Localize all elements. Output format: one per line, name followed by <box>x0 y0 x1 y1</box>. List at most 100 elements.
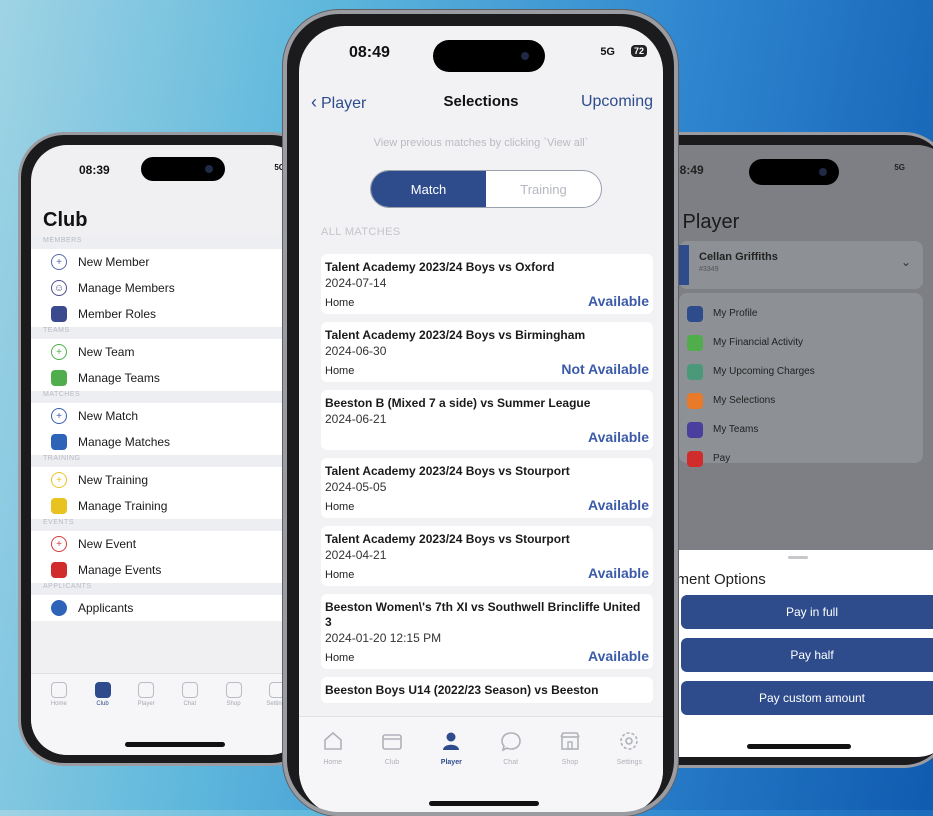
view-all-hint: View previous matches by clicking `View … <box>373 137 589 149</box>
match-card[interactable]: Talent Academy 2023/24 Boys vs Stourport… <box>321 458 653 518</box>
tab-label: Settings <box>616 759 642 766</box>
person-circle-icon: ☺ <box>51 280 67 296</box>
availability-status[interactable]: Available <box>588 565 649 581</box>
tab-label: Home <box>50 701 67 707</box>
section-label: MEMBERS <box>31 237 305 249</box>
menu-item[interactable]: + New Member <box>31 249 305 275</box>
menu-group: + New Member ☺ Manage Members Member Roles <box>31 249 305 327</box>
menu-item[interactable]: My Upcoming Charges <box>679 357 923 386</box>
battery-indicator: 72 <box>630 45 647 57</box>
match-name: Beeston B (Mixed 7 a side) vs Summer Lea… <box>325 396 591 410</box>
match-location: Home <box>325 652 355 664</box>
match-name: Talent Academy 2023/24 Boys vs Oxford <box>325 260 555 274</box>
right-screen: 08:49 5G y Player Cellan Griffiths #3349… <box>643 145 933 757</box>
section-label: APPLICANTS <box>31 583 305 595</box>
upcoming-button[interactable]: Upcoming <box>581 93 653 111</box>
chevron-down-icon: ⌄ <box>900 255 911 269</box>
menu-item[interactable]: ☺ Manage Members <box>31 275 305 301</box>
pay-half-button[interactable]: Pay half <box>681 638 933 672</box>
player-icon <box>138 682 155 698</box>
section-label: MATCHES <box>31 391 305 403</box>
tab-label: Chat <box>503 759 519 766</box>
availability-status[interactable]: Not Available <box>561 361 649 377</box>
availability-status[interactable]: Available <box>588 497 649 513</box>
menu-item[interactable]: + New Training <box>31 467 305 493</box>
menu-item-label: New Member <box>78 255 150 269</box>
club-icon <box>94 682 111 698</box>
menu-item[interactable]: + New Match <box>31 403 305 429</box>
home-indicator <box>429 801 539 806</box>
match-list[interactable]: Talent Academy 2023/24 Boys vs Oxford 202… <box>321 254 653 706</box>
match-name: Talent Academy 2023/24 Boys vs Stourport <box>325 532 570 546</box>
availability-status[interactable]: Available <box>588 648 649 664</box>
menu-item[interactable]: Manage Teams <box>31 365 305 391</box>
section-label: TRAINING <box>31 455 305 467</box>
center-phone: 08:49 5G 72 ‹ Player Selections Upcoming … <box>283 10 678 816</box>
my-profile-icon <box>687 305 703 322</box>
briefcase-icon <box>51 434 67 450</box>
menu-item[interactable]: + New Event <box>31 531 305 557</box>
globe-icon <box>51 600 67 616</box>
menu-item-label: Member Roles <box>78 307 157 321</box>
tab-training[interactable]: Training <box>486 171 601 207</box>
menu-group: + New Team Manage Teams <box>31 339 305 391</box>
tab-club[interactable]: Club <box>81 682 125 755</box>
dynamic-island <box>749 159 839 185</box>
match-card[interactable]: Talent Academy 2023/24 Boys vs Birmingha… <box>321 322 653 382</box>
menu-item[interactable]: Manage Matches <box>31 429 305 455</box>
menu-item[interactable]: Manage Events <box>31 557 305 583</box>
match-name: Talent Academy 2023/24 Boys vs Stourport <box>325 464 570 478</box>
tab-home[interactable]: Home <box>37 682 81 755</box>
tab-label: Player <box>440 759 462 766</box>
menu-item[interactable]: Manage Training <box>31 493 305 519</box>
availability-status[interactable]: Available <box>588 293 649 309</box>
match-location: Home <box>325 365 355 377</box>
player-id: #3349 <box>699 266 719 273</box>
menu-item[interactable]: My Financial Activity <box>679 328 923 357</box>
menu-item-label: My Profile <box>713 308 758 319</box>
tab-club[interactable]: Club <box>362 729 421 812</box>
pay-custom-button[interactable]: Pay custom amount <box>681 681 933 715</box>
dynamic-island <box>433 40 545 72</box>
match-card[interactable]: Talent Academy 2023/24 Boys vs Oxford 202… <box>321 254 653 314</box>
home-indicator <box>747 744 851 749</box>
match-card[interactable]: Beeston Women\'s 7th XI vs Southwell Bri… <box>321 594 653 669</box>
home-icon <box>50 682 67 698</box>
tab-label: Shop <box>226 701 241 707</box>
menu-item[interactable]: Applicants <box>31 595 305 621</box>
availability-status[interactable]: Available <box>588 429 649 445</box>
tab-settings[interactable]: Settings <box>600 729 659 812</box>
tab-home[interactable]: Home <box>303 729 362 812</box>
match-card[interactable]: Beeston B (Mixed 7 a side) vs Summer Lea… <box>321 390 653 450</box>
player-selector[interactable]: Cellan Griffiths #3349 ⌄ <box>679 241 923 289</box>
tab-label: Chat <box>183 701 197 707</box>
pay-full-button[interactable]: Pay in full <box>681 595 933 629</box>
match-location: Home <box>325 501 355 513</box>
menu-item[interactable]: My Selections <box>679 386 923 415</box>
player-color-bar <box>679 245 689 285</box>
menu-group: + New Training Manage Training <box>31 467 305 519</box>
match-date: 2024-04-21 <box>325 548 387 562</box>
left-screen: 08:39 5G Club MEMBERS + New Member ☺ Manage … <box>31 145 305 755</box>
menu-item[interactable]: My Teams <box>679 415 923 444</box>
match-location: Home <box>325 569 355 581</box>
menu-item[interactable]: + New Team <box>31 339 305 365</box>
sheet-grabber[interactable] <box>788 556 808 559</box>
menu-item[interactable]: My Profile <box>679 299 923 328</box>
tab-match[interactable]: Match <box>371 171 486 207</box>
match-info-row: Home Available <box>325 647 649 664</box>
match-card[interactable]: Talent Academy 2023/24 Boys vs Stourport… <box>321 526 653 586</box>
menu-item[interactable]: Member Roles <box>31 301 305 327</box>
menu-item[interactable]: Pay <box>679 444 923 473</box>
menu-item-label: My Teams <box>713 424 759 435</box>
menu-item-label: Manage Members <box>78 281 175 295</box>
plus-circle-icon: + <box>51 408 67 424</box>
briefcase-icon <box>51 498 67 514</box>
player-name: Cellan Griffiths <box>699 251 778 263</box>
dynamic-island <box>141 157 225 181</box>
match-card[interactable]: Beeston Boys U14 (2022/23 Season) vs Bee… <box>321 677 653 703</box>
briefcase-icon <box>51 306 67 322</box>
menu-group: + New Event Manage Events <box>31 531 305 583</box>
menu-group: Applicants <box>31 595 305 621</box>
tab-shop[interactable]: Shop <box>540 729 599 812</box>
